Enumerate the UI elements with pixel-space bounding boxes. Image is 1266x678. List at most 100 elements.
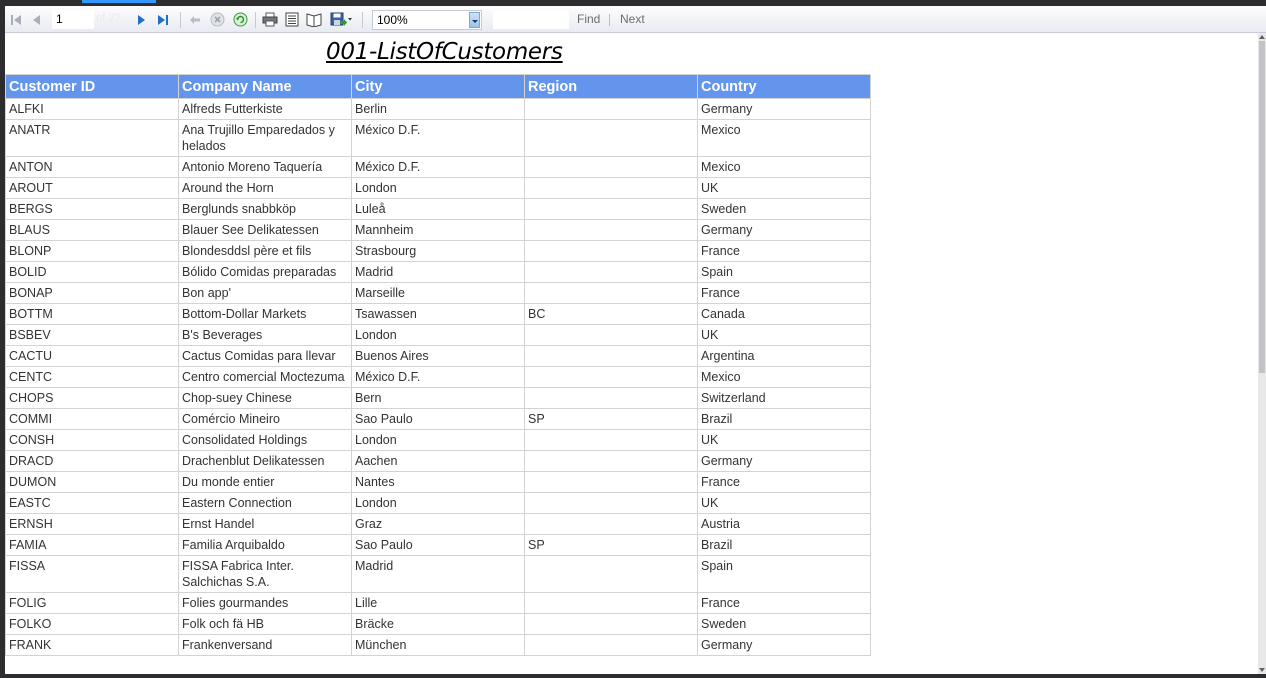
cell-country: UK [697,177,871,199]
table-row: FOLKO Folk och fä HB Bräcke Sweden [5,613,871,635]
cell-country: France [697,471,871,493]
cell-country: Brazil [697,408,871,430]
cell-city: Graz [351,513,525,535]
table-row: FAMIA Familia Arquibaldo Sao Paulo SP Brazil [5,534,871,556]
zoom-value: 100% [377,13,408,27]
cell-company-name: Chop-suey Chinese [178,387,352,409]
toolbar-separator [362,12,363,28]
toolbar-separator [180,12,181,28]
cell-country: Germany [697,219,871,241]
table-row: FOLIG Folies gourmandes Lille France [5,592,871,614]
table-row: EASTC Eastern Connection London UK [5,492,871,514]
cell-region: SP [524,408,698,430]
cell-company-name: Alfreds Futterkiste [178,98,352,120]
table-row: CONSH Consolidated Holdings London UK [5,429,871,451]
cell-customer-id: BSBEV [5,324,179,346]
cell-region [524,198,698,220]
cell-city: London [351,429,525,451]
table-row: CHOPS Chop-suey Chinese Bern Switzerland [5,387,871,409]
find-input[interactable] [493,10,569,29]
table-row: ALFKI Alfreds Futterkiste Berlin Germany [5,98,871,120]
cell-country: Canada [697,303,871,325]
cell-city: Aachen [351,450,525,472]
column-header-country: Country [697,74,871,99]
page-setup-icon[interactable] [305,10,323,29]
table-header-row: Customer ID Company Name City Region Cou… [5,74,871,99]
cell-city: Bern [351,387,525,409]
cell-city: Madrid [351,261,525,283]
cell-region [524,450,698,472]
cell-customer-id: DRACD [5,450,179,472]
table-body: ALFKI Alfreds Futterkiste Berlin Germany ANA… [5,98,871,656]
cell-customer-id: AROUT [5,177,179,199]
cell-company-name: Bólido Comidas preparadas [178,261,352,283]
cell-region [524,366,698,388]
bottom-strip [0,674,1266,678]
cell-region [524,119,698,157]
cell-company-name: Blondesddsl père et fils [178,240,352,262]
cell-customer-id: FISSA [5,555,179,593]
cell-company-name: FISSA Fabrica Inter. Salchichas S.A. [178,555,352,593]
cell-country: France [697,282,871,304]
cell-country: Argentina [697,345,871,367]
cell-city: Bräcke [351,613,525,635]
refresh-icon[interactable] [231,10,249,29]
cell-customer-id: ANTON [5,156,179,178]
cell-company-name: B's Beverages [178,324,352,346]
cell-company-name: Drachenblut Delikatessen [178,450,352,472]
chevron-down-icon[interactable] [469,12,480,28]
cell-customer-id: BOLID [5,261,179,283]
cell-country: Brazil [697,534,871,556]
last-page-icon[interactable] [155,10,171,29]
cell-region [524,98,698,120]
cell-country: UK [697,492,871,514]
column-header-city: City [351,74,525,99]
cell-customer-id: EASTC [5,492,179,514]
print-icon[interactable] [261,10,279,29]
export-icon[interactable] [329,10,353,29]
cell-customer-id: ERNSH [5,513,179,535]
zoom-dropdown[interactable]: 100% [372,10,482,30]
cell-country: UK [697,429,871,451]
cell-region [524,634,698,656]
previous-page-icon[interactable] [29,10,45,29]
scroll-up-icon[interactable] [1258,33,1266,41]
stop-icon[interactable] [208,10,226,29]
report-toolbar: 1 of 2? 100% Find Next [5,6,1266,33]
cell-region [524,240,698,262]
cell-city: London [351,492,525,514]
cell-region [524,219,698,241]
next-page-icon[interactable] [133,10,149,29]
cell-region [524,613,698,635]
cell-city: México D.F. [351,119,525,157]
column-header-customer-id: Customer ID [5,74,179,99]
table-row: BLONP Blondesddsl père et fils Strasbourg F… [5,240,871,262]
cell-country: Austria [697,513,871,535]
cell-city: Lille [351,592,525,614]
cell-city: London [351,324,525,346]
cell-company-name: Bon app' [178,282,352,304]
cell-company-name: Bottom-Dollar Markets [178,303,352,325]
cell-region [524,513,698,535]
cell-customer-id: FRANK [5,634,179,656]
vertical-scrollbar[interactable] [1258,33,1266,674]
cell-company-name: Centro comercial Moctezuma [178,366,352,388]
cell-country: Germany [697,450,871,472]
print-layout-icon[interactable] [283,10,301,29]
report-viewport[interactable]: 001-ListOfCustomers Customer ID Company … [5,33,1258,674]
cell-country: Germany [697,634,871,656]
scrollbar-thumb[interactable] [1259,41,1265,373]
find-button[interactable]: Find [577,12,600,26]
find-next-button[interactable]: Next [620,12,645,26]
cell-customer-id: FAMIA [5,534,179,556]
cell-country: Sweden [697,613,871,635]
page-number-input[interactable]: 1 [52,10,94,29]
back-icon[interactable] [187,10,203,29]
table-row: BLAUS Blauer See Delikatessen Mannheim Germ… [5,219,871,241]
cell-region: SP [524,534,698,556]
first-page-icon[interactable] [8,10,24,29]
cell-city: Luleå [351,198,525,220]
cell-company-name: Familia Arquibaldo [178,534,352,556]
cell-company-name: Comércio Mineiro [178,408,352,430]
scroll-down-icon[interactable] [1258,666,1266,674]
